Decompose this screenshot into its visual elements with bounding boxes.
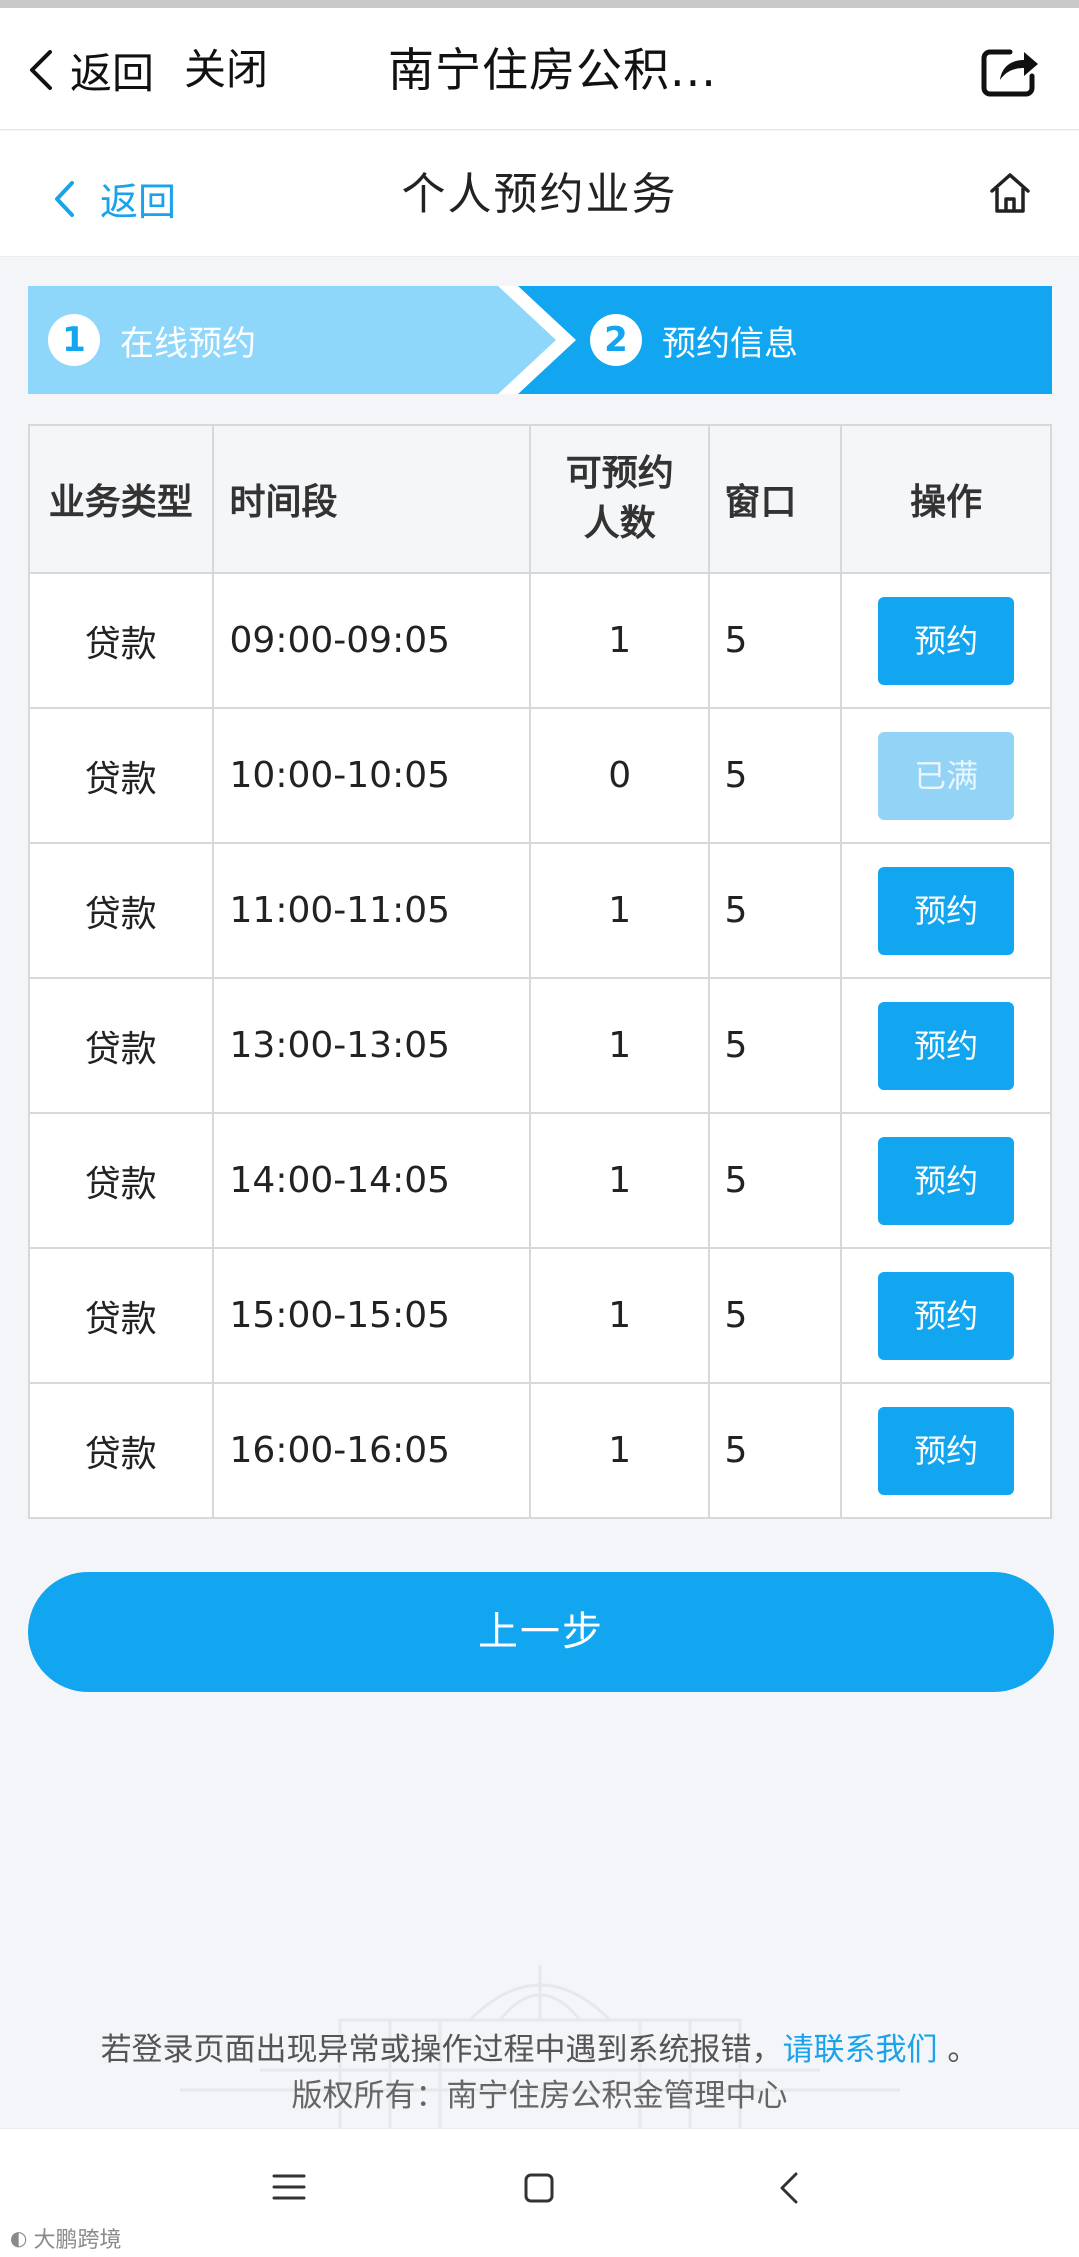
square-icon[interactable] — [524, 2173, 554, 2203]
header-action: 操作 — [840, 424, 1052, 574]
back-nav-icon[interactable] — [778, 2171, 800, 2205]
cell-time: 11:00-11:05 — [211, 842, 531, 979]
cell-time: 15:00-15:05 — [211, 1247, 531, 1384]
header-capacity-line1: 可预约 — [565, 453, 674, 494]
chevron-left-icon — [30, 50, 52, 90]
cell-available: 1 — [528, 977, 711, 1114]
book-button[interactable]: 预约 — [878, 1271, 1015, 1360]
cell-available: 0 — [528, 707, 711, 844]
table-row: 贷款 09:00-09:05 1 5 预约 — [28, 572, 1052, 709]
menu-icon[interactable] — [272, 2173, 306, 2201]
table-header-row: 业务类型 时间段 可预约 人数 窗口 操作 — [28, 424, 1052, 574]
cell-available: 1 — [528, 1382, 711, 1519]
app-back-button[interactable]: 返回 — [26, 44, 154, 98]
cell-time: 14:00-14:05 — [211, 1112, 531, 1249]
cell-action: 预约 — [840, 572, 1052, 709]
cell-window: 5 — [708, 977, 843, 1114]
step-1-label: 在线预约 — [120, 323, 256, 364]
watermark-text: 大鹏跨境 — [33, 2228, 122, 2253]
steps-bar: 1 在线预约 2 预约信息 — [28, 286, 1052, 394]
prev-step-button[interactable]: 上一步 — [28, 1572, 1054, 1692]
table-row: 贷款 10:00-10:05 0 5 已满 — [28, 707, 1052, 844]
cell-window: 5 — [708, 1382, 843, 1519]
cell-type: 贷款 — [28, 572, 214, 709]
footer-notice-end: 。 — [947, 2032, 979, 2068]
header-capacity: 可预约 人数 — [528, 424, 711, 574]
table-row: 贷款 16:00-16:05 1 5 预约 — [28, 1382, 1052, 1519]
contact-link[interactable]: 请联系我们 — [783, 2032, 938, 2068]
footer-notice-text: 若登录页面出现异常或操作过程中遇到系统报错， — [100, 2032, 783, 2068]
table-row: 贷款 15:00-15:05 1 5 预约 — [28, 1247, 1052, 1384]
book-button[interactable]: 预约 — [878, 596, 1015, 685]
header-capacity-line2: 人数 — [583, 503, 656, 544]
cell-available: 1 — [528, 1112, 711, 1249]
cell-action: 预约 — [840, 842, 1052, 979]
watermark-logo-icon: ◐ — [10, 2226, 28, 2250]
cell-action: 预约 — [840, 1382, 1052, 1519]
cell-time: 16:00-16:05 — [211, 1382, 531, 1519]
cell-type: 贷款 — [28, 842, 214, 979]
cell-window: 5 — [708, 572, 843, 709]
footer-notice: 若登录页面出现异常或操作过程中遇到系统报错，请联系我们 。 — [0, 2024, 1079, 2069]
table-row: 贷款 13:00-13:05 1 5 预约 — [28, 977, 1052, 1114]
home-icon[interactable] — [986, 169, 1034, 217]
table-row: 贷款 14:00-14:05 1 5 预约 — [28, 1112, 1052, 1249]
app-back-label: 返回 — [70, 48, 155, 98]
step-2: 2 预约信息 — [590, 314, 798, 366]
step-2-label: 预约信息 — [662, 323, 798, 364]
cell-available: 1 — [528, 1247, 711, 1384]
table-row: 贷款 11:00-11:05 1 5 预约 — [28, 842, 1052, 979]
app-close-button[interactable]: 关闭 — [184, 44, 268, 96]
share-icon[interactable] — [980, 44, 1040, 98]
cell-action: 预约 — [840, 1247, 1052, 1384]
cell-action: 预约 — [840, 977, 1052, 1114]
full-button: 已满 — [878, 731, 1015, 820]
step-1-number: 1 — [48, 314, 100, 366]
header-window: 窗口 — [708, 424, 843, 574]
book-button[interactable]: 预约 — [878, 1001, 1015, 1090]
header-time: 时间段 — [211, 424, 531, 574]
app-bar: 返回 关闭 南宁住房公积... — [0, 8, 1079, 130]
cell-time: 10:00-10:05 — [211, 707, 531, 844]
cell-window: 5 — [708, 1112, 843, 1249]
cell-type: 贷款 — [28, 707, 214, 844]
appointment-table: 业务类型 时间段 可预约 人数 窗口 操作 贷款 09:00-09:05 1 5… — [28, 424, 1052, 1519]
watermark: ◐ 大鹏跨境 — [10, 2222, 121, 2254]
cell-action: 已满 — [840, 707, 1052, 844]
step-2-number: 2 — [590, 314, 642, 366]
cell-available: 1 — [528, 842, 711, 979]
cell-available: 1 — [528, 572, 711, 709]
status-strip — [0, 0, 1079, 8]
cell-window: 5 — [708, 707, 843, 844]
page-header: 返回 个人预约业务 — [0, 131, 1079, 257]
cell-type: 贷款 — [28, 1112, 214, 1249]
book-button[interactable]: 预约 — [878, 1406, 1015, 1495]
app-title: 南宁住房公积... — [388, 43, 717, 97]
cell-time: 13:00-13:05 — [211, 977, 531, 1114]
cell-time: 09:00-09:05 — [211, 572, 531, 709]
book-button[interactable]: 预约 — [878, 1136, 1015, 1225]
step-1: 1 在线预约 — [48, 314, 256, 366]
footer-copyright: 版权所有：南宁住房公积金管理中心 — [291, 2078, 788, 2114]
page-title: 个人预约业务 — [401, 169, 678, 220]
cell-action: 预约 — [840, 1112, 1052, 1249]
cell-type: 贷款 — [28, 977, 214, 1114]
cell-type: 贷款 — [28, 1382, 214, 1519]
header-type: 业务类型 — [28, 424, 214, 574]
cell-window: 5 — [708, 842, 843, 979]
system-nav-bar — [0, 2128, 1079, 2257]
cell-type: 贷款 — [28, 1247, 214, 1384]
book-button[interactable]: 预约 — [878, 866, 1015, 955]
cell-window: 5 — [708, 1247, 843, 1384]
